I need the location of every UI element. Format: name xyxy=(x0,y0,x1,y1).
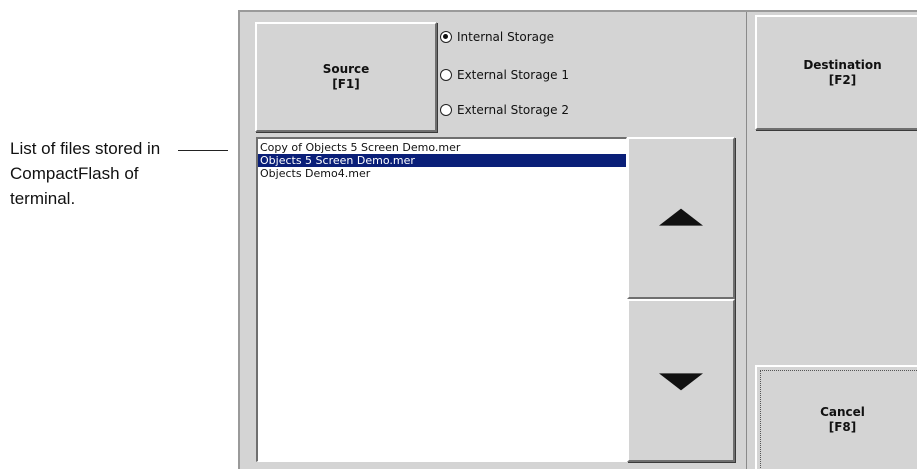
source-button-key: [F1] xyxy=(332,77,360,91)
destination-button-key: [F2] xyxy=(828,73,857,87)
panel-separator xyxy=(746,12,747,469)
radio-external-storage-1[interactable]: External Storage 1 xyxy=(440,66,569,84)
destination-button[interactable]: Destination [F2] xyxy=(755,15,917,130)
radio-label-external-2: External Storage 2 xyxy=(457,103,570,117)
radio-label-internal: Internal Storage xyxy=(457,30,555,44)
scroll-up-button[interactable] xyxy=(627,137,735,299)
source-button[interactable]: Source [F1] xyxy=(255,22,437,132)
radio-internal-storage[interactable]: Internal Storage xyxy=(440,28,554,46)
destination-button-label: Destination xyxy=(803,58,882,72)
callout-leader-line xyxy=(178,150,228,151)
cancel-button[interactable]: Cancel [F8] xyxy=(755,365,917,469)
terminal-screen: Source [F1] Internal Storage External St… xyxy=(238,10,917,469)
radio-selected-icon xyxy=(440,31,452,43)
radio-unselected-icon xyxy=(440,104,452,116)
file-list[interactable]: Copy of Objects 5 Screen Demo.mer Object… xyxy=(256,137,627,462)
radio-unselected-icon xyxy=(440,69,452,81)
callout-caption: List of files stored in CompactFlash of … xyxy=(10,139,161,208)
scroll-down-button[interactable] xyxy=(627,299,735,462)
file-list-item-selected[interactable]: Objects 5 Screen Demo.mer xyxy=(258,154,626,167)
triangle-up-icon xyxy=(659,208,703,226)
radio-label-external-1: External Storage 1 xyxy=(457,68,570,82)
file-list-item[interactable]: Copy of Objects 5 Screen Demo.mer xyxy=(258,141,626,154)
file-list-item[interactable]: Objects Demo4.mer xyxy=(258,167,626,180)
source-button-label: Source xyxy=(322,62,370,76)
triangle-down-icon xyxy=(659,372,703,390)
cancel-button-key: [F8] xyxy=(828,420,857,434)
cancel-button-label: Cancel xyxy=(820,405,865,419)
radio-external-storage-2[interactable]: External Storage 2 xyxy=(440,101,569,119)
page: List of files stored in CompactFlash of … xyxy=(0,0,917,469)
